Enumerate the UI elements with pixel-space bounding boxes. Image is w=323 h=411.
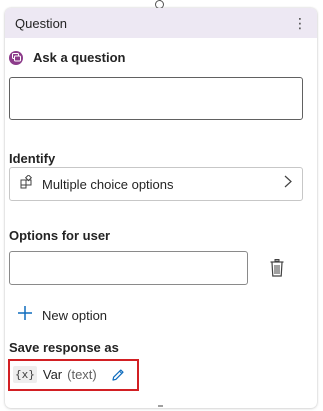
chevron-right-icon [284,175,292,193]
variable-icon: {x} [13,366,37,383]
question-icon [9,50,23,65]
save-response-label: Save response as [9,340,119,355]
ask-question-label: Ask a question [33,50,126,65]
card-header: Question ⋮ [5,8,317,38]
option-input[interactable] [9,251,248,285]
identify-label: Identify [9,151,56,166]
ask-question-row: Ask a question [9,50,125,65]
variable-type: (text) [67,367,97,382]
more-options-icon[interactable]: ⋮ [291,14,309,32]
entity-icon [20,173,34,194]
options-label: Options for user [9,228,111,243]
delete-icon[interactable] [268,257,286,279]
new-option-label: New option [42,308,108,323]
variable-row[interactable]: {x} Var (text) [13,366,125,383]
new-option-button[interactable]: New option [17,305,107,326]
identify-value: Multiple choice options [42,176,174,192]
bottom-connector [158,405,163,407]
variable-name[interactable]: Var [43,367,62,382]
identify-selector[interactable]: Multiple choice options [9,167,303,201]
pencil-icon[interactable] [111,368,125,382]
question-text-input[interactable] [9,77,303,120]
plus-icon [17,305,33,326]
card-title: Question [15,15,68,31]
